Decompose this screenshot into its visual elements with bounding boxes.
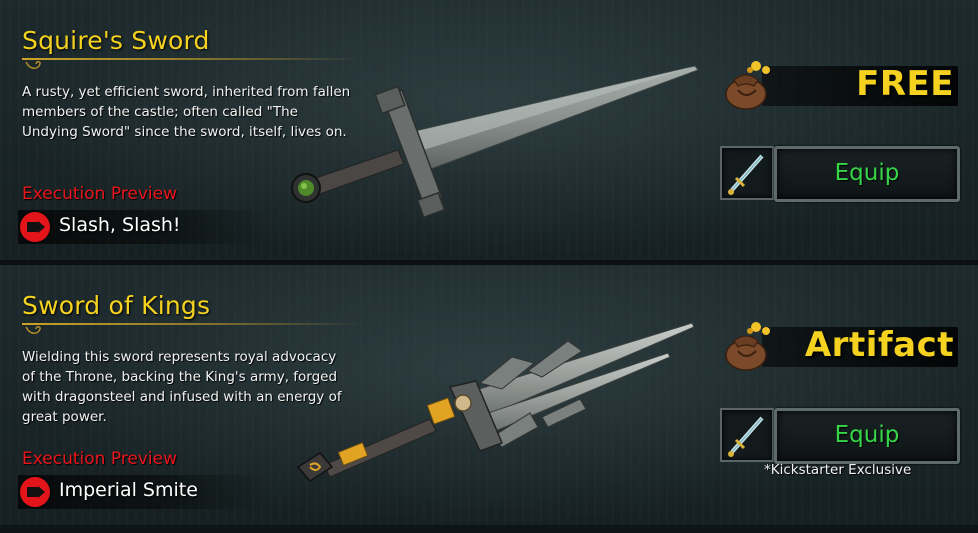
price-bar: Artifact [762, 325, 958, 367]
equip-button[interactable]: Equip [774, 146, 960, 202]
price-bar: FREE [762, 64, 958, 106]
execution-preview-label: Execution Preview [22, 449, 178, 469]
item-title: Sword of Kings [22, 291, 211, 320]
sword-thumbnail [720, 146, 774, 200]
camera-icon [20, 477, 50, 507]
swirl-ornament-icon [25, 61, 41, 69]
execution-preview-label: Execution Preview [22, 184, 178, 204]
execution-name: Slash, Slash! [59, 214, 181, 236]
sword-thumbnail-icon [728, 416, 764, 457]
price-label: FREE [856, 64, 954, 104]
item-title: Squire's Sword [22, 26, 210, 55]
equip-button[interactable]: Equip [774, 408, 960, 464]
swirl-ornament-icon [25, 326, 41, 334]
execution-preview-button[interactable]: Slash, Slash! [18, 210, 268, 244]
sword-of-kings-image [296, 322, 695, 482]
item-card-squires-sword: Squire's Sword A rusty, yet efficient sw… [0, 0, 978, 260]
execution-preview-button[interactable]: Imperial Smite [18, 475, 268, 509]
coin-bag-icon [725, 61, 770, 110]
kickstarter-note: *Kickstarter Exclusive [764, 462, 912, 478]
camera-icon [20, 212, 50, 242]
squires-sword-image [291, 65, 699, 219]
execution-name: Imperial Smite [59, 479, 198, 501]
coin-bag-icon [725, 322, 770, 371]
sword-thumbnail-icon [728, 154, 764, 195]
item-card-sword-of-kings: Sword of Kings Wielding this sword repre… [0, 265, 978, 525]
price-label: Artifact [804, 325, 954, 365]
sword-thumbnail [720, 408, 774, 462]
